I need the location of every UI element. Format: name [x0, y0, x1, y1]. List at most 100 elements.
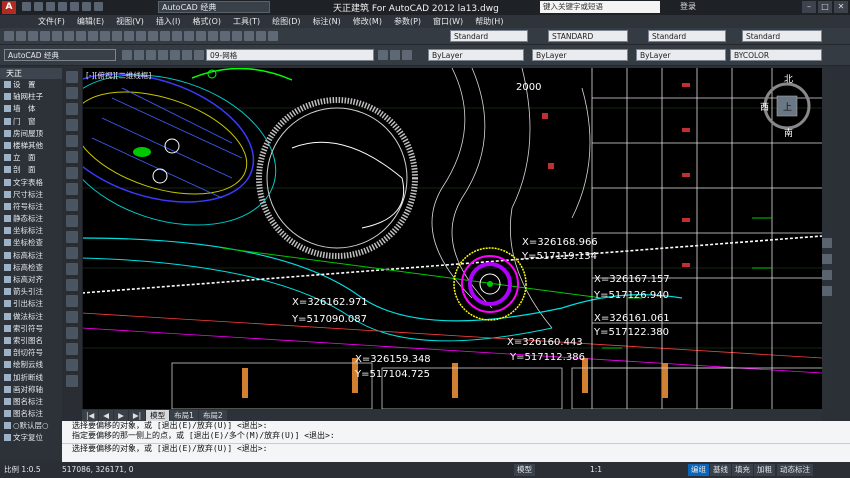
- publish-icon[interactable]: [64, 31, 74, 41]
- matchprop-icon[interactable]: [112, 31, 122, 41]
- panel-item[interactable]: 静态标注: [0, 213, 62, 225]
- paste-icon[interactable]: [100, 31, 110, 41]
- tab-layout2[interactable]: 布局2: [198, 409, 227, 421]
- save-icon[interactable]: [46, 2, 55, 11]
- point-icon[interactable]: [66, 279, 78, 291]
- region-icon[interactable]: [66, 327, 78, 339]
- panel-item[interactable]: 箭头引注: [0, 286, 62, 298]
- table-style-select[interactable]: Standard: [648, 30, 726, 42]
- panel-item[interactable]: 墙 体: [0, 103, 62, 115]
- open-icon[interactable]: [16, 31, 26, 41]
- fill-toggle[interactable]: 填充: [732, 464, 753, 476]
- login-link[interactable]: 登录: [680, 1, 696, 12]
- menu-format[interactable]: 格式(O): [186, 15, 227, 28]
- close-button[interactable]: ✕: [834, 1, 848, 13]
- command-input[interactable]: 选择要偏移的对象，或 [退出(E)/放弃(U)] <退出>:: [62, 443, 850, 454]
- panel-item[interactable]: 图名标注: [0, 396, 62, 408]
- panel-item[interactable]: 坐标检查: [0, 237, 62, 249]
- layer-match-icon[interactable]: [402, 50, 412, 60]
- compass-west[interactable]: 西: [760, 102, 769, 113]
- model-space-button[interactable]: 模型: [514, 464, 535, 476]
- panel-item[interactable]: 房间屋顶: [0, 128, 62, 140]
- mtext-icon[interactable]: [66, 359, 78, 371]
- coordinate-readout[interactable]: 517086, 326171, 0: [62, 464, 134, 476]
- gear-icon[interactable]: [122, 50, 132, 60]
- design-center-icon[interactable]: [208, 31, 218, 41]
- menu-tools[interactable]: 工具(T): [227, 15, 266, 28]
- quickcalc-icon[interactable]: [256, 31, 266, 41]
- panel-item[interactable]: 图名标注: [0, 408, 62, 420]
- panel-item[interactable]: 门 窗: [0, 116, 62, 128]
- redo-icon[interactable]: [94, 2, 103, 11]
- maximize-button[interactable]: □: [818, 1, 832, 13]
- menu-modify[interactable]: 修改(M): [347, 15, 388, 28]
- search-input[interactable]: 键入关键字或短语: [540, 1, 660, 13]
- zoom-window-icon[interactable]: [172, 31, 182, 41]
- table-icon[interactable]: [66, 343, 78, 355]
- make-current-icon[interactable]: [378, 50, 388, 60]
- menu-window[interactable]: 窗口(W): [427, 15, 469, 28]
- zoom-icon[interactable]: [822, 254, 832, 264]
- panel-item[interactable]: 设 置: [0, 79, 62, 91]
- pan-icon[interactable]: [148, 31, 158, 41]
- polygon-icon[interactable]: [66, 119, 78, 131]
- ellipse-arc-icon[interactable]: [66, 231, 78, 243]
- menu-draw[interactable]: 绘图(D): [266, 15, 306, 28]
- viewcube-top[interactable]: 上: [783, 102, 792, 113]
- panel-item[interactable]: 索引符号: [0, 323, 62, 335]
- compass-north[interactable]: 北: [784, 74, 793, 85]
- properties-icon[interactable]: [196, 31, 206, 41]
- tool-palettes-icon[interactable]: [220, 31, 230, 41]
- new-icon[interactable]: [4, 31, 14, 41]
- minimize-button[interactable]: –: [802, 1, 816, 13]
- layer-previous-icon[interactable]: [390, 50, 400, 60]
- menu-parametric[interactable]: 参数(P): [388, 15, 427, 28]
- baseline-toggle[interactable]: 基线: [710, 464, 731, 476]
- bold-toggle[interactable]: 加粗: [754, 464, 775, 476]
- lightbulb-icon[interactable]: [158, 50, 168, 60]
- copy-icon[interactable]: [88, 31, 98, 41]
- showmotion-icon[interactable]: [822, 286, 832, 296]
- panel-item[interactable]: 标高标注: [0, 250, 62, 262]
- tab-nav-prev[interactable]: ◀: [99, 409, 114, 421]
- menu-help[interactable]: 帮助(H): [469, 15, 509, 28]
- help-icon[interactable]: [268, 31, 278, 41]
- panel-item[interactable]: 轴网柱子: [0, 91, 62, 103]
- color-select[interactable]: ByLayer: [428, 49, 524, 61]
- panel-item[interactable]: 加折断线: [0, 372, 62, 384]
- print-icon[interactable]: [40, 31, 50, 41]
- menu-edit[interactable]: 编辑(E): [71, 15, 110, 28]
- tab-nav-first[interactable]: |◀: [82, 409, 99, 421]
- new-icon[interactable]: [22, 2, 31, 11]
- panel-item[interactable]: 尺寸标注: [0, 189, 62, 201]
- redo-icon[interactable]: [136, 31, 146, 41]
- mleader-style-select[interactable]: Standard: [742, 30, 822, 42]
- drawing-canvas[interactable]: 2000 X=326168.966 Y=517119.134 X=326167.…: [82, 68, 822, 409]
- cut-icon[interactable]: [76, 31, 86, 41]
- gradient-icon[interactable]: [66, 311, 78, 323]
- panel-item[interactable]: 剖切符号: [0, 347, 62, 359]
- application-menu-button[interactable]: A: [2, 1, 16, 14]
- panel-item[interactable]: 画对称轴: [0, 384, 62, 396]
- linetype-select[interactable]: ByLayer: [532, 49, 628, 61]
- tab-nav-next[interactable]: ▶: [114, 409, 128, 421]
- scale-indicator[interactable]: 比例 1:0.5: [4, 464, 41, 476]
- menu-insert[interactable]: 插入(I): [150, 15, 187, 28]
- spline-icon[interactable]: [66, 199, 78, 211]
- add-selected-icon[interactable]: [66, 375, 78, 387]
- panel-item[interactable]: 标高对齐: [0, 274, 62, 286]
- arc-icon[interactable]: [66, 151, 78, 163]
- orbit-icon[interactable]: [822, 270, 832, 280]
- workspace-combo[interactable]: AutoCAD 经典: [4, 49, 116, 61]
- preview-icon[interactable]: [52, 31, 62, 41]
- tab-layout1[interactable]: 布局1: [170, 409, 198, 421]
- markup-icon[interactable]: [244, 31, 254, 41]
- ellipse-icon[interactable]: [66, 215, 78, 227]
- saveas-icon[interactable]: [58, 2, 67, 11]
- circle-icon[interactable]: [66, 167, 78, 179]
- save-icon[interactable]: [28, 31, 38, 41]
- panel-item[interactable]: 符号标注: [0, 201, 62, 213]
- panel-item[interactable]: 绘制云线: [0, 359, 62, 371]
- open-icon[interactable]: [34, 2, 43, 11]
- menu-dimension[interactable]: 标注(N): [307, 15, 347, 28]
